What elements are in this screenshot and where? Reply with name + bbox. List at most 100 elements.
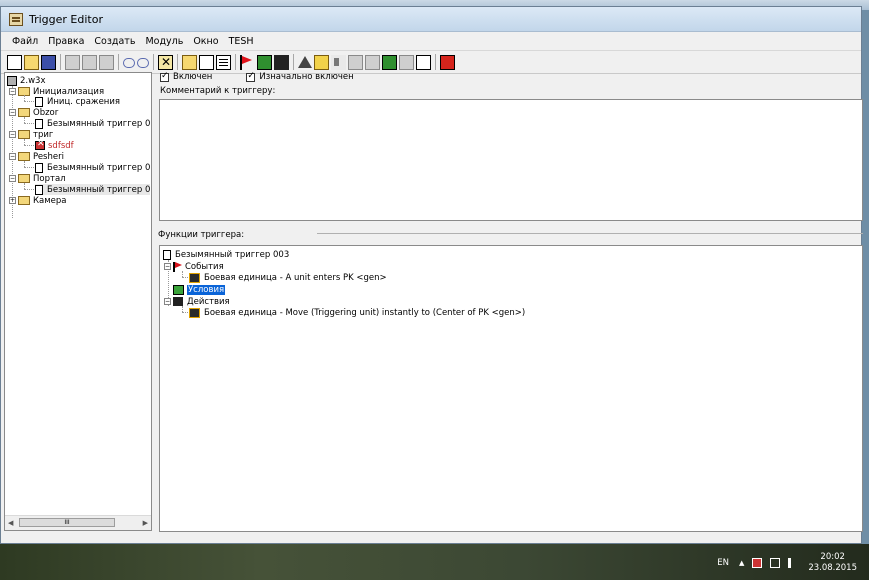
language-indicator[interactable]: EN — [717, 558, 729, 568]
menu-window[interactable]: Окно — [188, 36, 223, 47]
event-text: Боевая единица - A unit enters PK <gen> — [204, 272, 387, 283]
tree-folder-obzor[interactable]: − Obzor — [9, 107, 58, 118]
trigger-name: Безымянный триггер 003 — [175, 249, 290, 260]
condition-icon[interactable] — [257, 54, 272, 70]
actions-node[interactable]: − Действия — [164, 296, 230, 307]
menu-bar: Файл Правка Создать Модуль Окно TESH — [1, 32, 861, 51]
object-icon[interactable] — [365, 54, 380, 70]
tree-trigger-obzor[interactable]: Безымянный триггер 0 — [35, 118, 150, 129]
splitter-line[interactable] — [317, 233, 863, 234]
toolbar-separator — [118, 54, 119, 70]
paste-icon[interactable] — [99, 54, 114, 70]
trigger-page-icon — [35, 184, 43, 195]
trigger-functions-tree[interactable]: Безымянный триггер 003 − События Боевая … — [159, 245, 863, 532]
scroll-thumb[interactable]: III — [19, 518, 115, 527]
window-title: Trigger Editor — [29, 12, 103, 26]
actions-label: Действия — [187, 296, 230, 307]
comment-label: Комментарий к триггеру: — [160, 86, 276, 96]
tree-guide — [182, 277, 188, 278]
menu-new[interactable]: Создать — [89, 36, 140, 47]
sound-icon[interactable] — [331, 54, 346, 70]
menu-edit[interactable]: Правка — [43, 36, 89, 47]
open-folder-icon[interactable] — [24, 54, 39, 70]
event-item[interactable]: Боевая единица - A unit enters PK <gen> — [189, 272, 387, 283]
title-bar[interactable]: Trigger Editor — [1, 7, 861, 32]
trigger-name-node[interactable]: Безымянный триггер 003 — [163, 249, 289, 260]
tree-horizontal-scrollbar[interactable]: ◀ III ▶ — [5, 515, 151, 530]
new-category-icon[interactable] — [182, 54, 197, 70]
clock-date: 23.08.2015 — [808, 563, 857, 573]
expand-icon[interactable]: + — [9, 197, 16, 204]
tree-trigger-sdfsdf[interactable]: sdfsdf — [35, 139, 74, 151]
new-page-icon[interactable] — [7, 54, 22, 70]
menu-file[interactable]: Файл — [7, 36, 43, 47]
trigger-page-icon — [35, 162, 43, 173]
tree-trigger-init-battle[interactable]: Иниц. сражения — [35, 96, 120, 107]
unit-action-icon — [189, 307, 200, 318]
collapse-icon[interactable]: − — [164, 263, 171, 270]
initially-on-checkbox[interactable] — [246, 71, 256, 82]
new-trigger-icon[interactable] — [199, 54, 214, 70]
trigger-page-icon — [163, 249, 171, 260]
collapse-icon[interactable]: − — [164, 298, 171, 305]
tree-guide — [182, 312, 188, 313]
menu-module[interactable]: Модуль — [140, 36, 188, 47]
script-icon[interactable] — [399, 54, 414, 70]
comment-textarea[interactable] — [159, 99, 863, 221]
new-comment-icon[interactable] — [216, 54, 231, 70]
menu-tesh[interactable]: TESH — [224, 36, 259, 47]
enabled-checkbox[interactable] — [160, 71, 169, 82]
tree-folder-portal[interactable]: − Портал — [9, 173, 66, 184]
test-page-icon[interactable] — [416, 54, 431, 70]
trigger-page-icon — [35, 96, 43, 107]
collapse-icon[interactable]: − — [9, 175, 16, 182]
conditions-node[interactable]: Условия — [164, 284, 226, 295]
enabled-label: Включен — [173, 72, 213, 82]
event-flag-icon — [173, 261, 182, 272]
trigger-editor-icon — [9, 12, 23, 26]
clock[interactable]: 20:02 23.08.2015 — [808, 552, 857, 574]
volume-icon[interactable] — [788, 558, 798, 568]
collapse-icon[interactable]: − — [9, 153, 16, 160]
windows-taskbar: EN ▲ 20:02 23.08.2015 — [0, 544, 869, 580]
tree-trigger-pesheri[interactable]: Безымянный триггер 0 — [35, 162, 150, 173]
events-node[interactable]: − События — [164, 261, 224, 272]
collapse-icon[interactable]: − — [9, 109, 16, 116]
ai-icon[interactable] — [348, 54, 363, 70]
tree-item-label: Иниц. сражения — [47, 96, 120, 107]
toolbar-separator — [60, 54, 61, 70]
redo-icon[interactable] — [137, 58, 149, 68]
scroll-left-arrow-icon[interactable]: ◀ — [8, 519, 13, 527]
event-flag-icon[interactable] — [240, 54, 255, 70]
unit-event-icon — [189, 272, 200, 283]
test-map-icon[interactable] — [440, 54, 455, 70]
clock-time: 20:02 — [820, 552, 845, 562]
terrain-icon[interactable] — [298, 56, 312, 68]
tree-trigger-portal[interactable]: Безымянный триггер 0 — [35, 184, 151, 195]
network-icon[interactable] — [770, 558, 781, 568]
condition-icon — [173, 284, 184, 295]
action-icon[interactable] — [274, 54, 289, 70]
action-center-flag-icon[interactable] — [752, 558, 763, 568]
toolbar-separator — [293, 54, 294, 70]
tree-item-label: Инициализация — [33, 86, 105, 97]
collapse-icon[interactable]: − — [9, 131, 16, 138]
tree-root[interactable]: 2.w3x — [7, 75, 46, 86]
scroll-right-arrow-icon[interactable]: ▶ — [143, 519, 148, 527]
import-icon[interactable] — [382, 54, 397, 70]
functions-label: Функции триггера: — [158, 230, 245, 240]
copy-icon[interactable] — [82, 54, 97, 70]
action-item[interactable]: Боевая единица - Move (Triggering unit) … — [189, 307, 525, 318]
save-disk-icon[interactable] — [41, 54, 56, 70]
unit-icon[interactable] — [314, 54, 329, 70]
trigger-tree-panel[interactable]: 2.w3x − Инициализация Иниц. сражения − O… — [4, 72, 152, 531]
tree-folder-trig[interactable]: − триг — [9, 129, 53, 140]
tree-folder-camera[interactable]: + Камера — [9, 195, 67, 206]
collapse-icon[interactable]: − — [9, 88, 16, 95]
delete-x-icon[interactable] — [158, 54, 173, 70]
undo-icon[interactable] — [123, 58, 135, 68]
tree-item-label: Портал — [33, 173, 66, 184]
cut-icon[interactable] — [65, 54, 80, 70]
show-hidden-icons-icon[interactable]: ▲ — [739, 559, 744, 567]
tree-folder-pesheri[interactable]: − Pesheri — [9, 151, 64, 162]
